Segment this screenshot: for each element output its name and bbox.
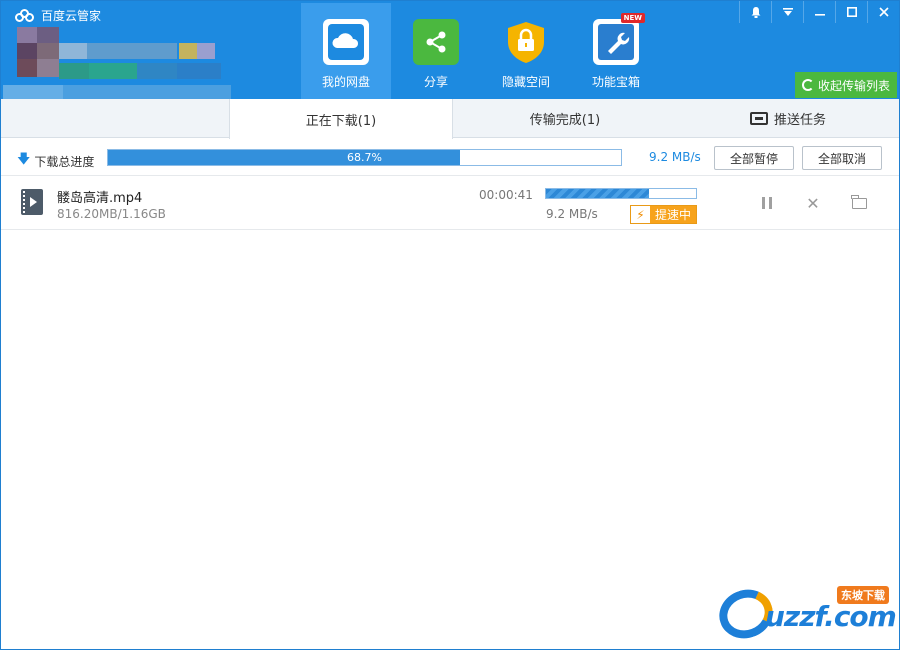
file-progress-bar (545, 188, 697, 199)
total-label-text: 下载总进度 (34, 154, 95, 169)
folder-icon (851, 194, 867, 209)
menu-icon[interactable] (771, 1, 803, 23)
watermark-text: uzzf.com (765, 600, 897, 633)
app-header: 百度云管家 我的网盘 分享 隐藏空间 NEW 功能宝箱 收起传输列表 (1, 1, 899, 129)
collapse-transfer-list-button[interactable]: 收起传输列表 (795, 72, 897, 98)
total-progress-label: 🡇 下载总进度 (17, 150, 94, 172)
collapse-label: 收起传输列表 (817, 78, 890, 93)
bell-icon[interactable] (739, 1, 771, 23)
nav-label: 我的网盘 (321, 75, 370, 89)
pause-button[interactable] (759, 195, 775, 211)
speed-boost-badge[interactable]: ⚡ 提速中 (630, 205, 697, 224)
cancel-button[interactable]: ✕ (805, 193, 821, 213)
cloud-icon (323, 19, 369, 65)
tab-downloading[interactable]: 正在下载(1) (229, 99, 453, 139)
lock-icon (503, 19, 549, 65)
app-title: 百度云管家 (41, 9, 102, 23)
nav-hidden-space[interactable]: 隐藏空间 (481, 3, 571, 99)
watermark-logo: uzzf.com 东坡下载 (712, 582, 897, 646)
tab-completed[interactable]: 传输完成(1) (453, 99, 677, 138)
pause-all-button[interactable]: 全部暂停 (714, 146, 794, 170)
baidu-cloud-logo-icon (15, 8, 35, 23)
total-progress-percent: 68.7% (347, 151, 382, 164)
total-speed: 9.2 MB/s (649, 150, 701, 164)
video-file-icon (21, 189, 43, 215)
total-progress-row: 🡇 下载总进度 68.7% 9.2 MB/s 全部暂停 全部取消 (1, 138, 899, 176)
boost-label: 提速中 (654, 208, 691, 222)
tab-push-tasks[interactable]: 推送任务 (677, 99, 899, 138)
app-logo: 百度云管家 (15, 7, 101, 24)
tab-push-label: 推送任务 (773, 113, 826, 128)
close-icon[interactable] (867, 1, 899, 23)
share-icon (413, 19, 459, 65)
main-nav: 我的网盘 分享 隐藏空间 NEW 功能宝箱 (301, 3, 661, 99)
cancel-all-button[interactable]: 全部取消 (802, 146, 882, 170)
file-name: 髅岛高清.mp4 (57, 191, 143, 206)
lightning-icon: ⚡ (631, 206, 650, 223)
window-controls (739, 1, 899, 23)
watermark-tag: 东坡下载 (837, 586, 889, 604)
transfer-tabs: 正在下载(1) 传输完成(1) 推送任务 (1, 99, 899, 139)
file-progress-fill (546, 189, 650, 198)
pause-icon (762, 197, 772, 209)
download-arrow-icon: 🡇 (17, 152, 31, 167)
new-badge: NEW (620, 13, 645, 23)
monitor-push-icon (749, 112, 768, 125)
nav-toolbox[interactable]: NEW 功能宝箱 (571, 3, 661, 99)
total-progress-bar: 68.7% (107, 149, 622, 166)
time-remaining: 00:00:41 (479, 188, 533, 202)
download-row[interactable]: 髅岛高清.mp4 816.20MB/1.16GB 00:00:41 9.2 MB… (1, 177, 899, 230)
nav-my-netdisk[interactable]: 我的网盘 (301, 3, 391, 99)
nav-label: 分享 (423, 75, 448, 89)
nav-share[interactable]: 分享 (391, 3, 481, 99)
wrench-icon: NEW (593, 13, 645, 65)
file-size: 816.20MB/1.16GB (57, 207, 166, 221)
nav-label: 功能宝箱 (591, 75, 640, 89)
minimize-icon[interactable] (803, 1, 835, 23)
maximize-icon[interactable] (835, 1, 867, 23)
nav-label: 隐藏空间 (501, 75, 550, 89)
open-folder-button[interactable] (851, 194, 867, 211)
app-window: 百度云管家 我的网盘 分享 隐藏空间 NEW 功能宝箱 收起传输列表 正在下载(… (0, 0, 900, 650)
close-icon: ✕ (806, 193, 820, 213)
refresh-ring-icon (801, 79, 814, 91)
file-speed: 9.2 MB/s (546, 207, 598, 221)
